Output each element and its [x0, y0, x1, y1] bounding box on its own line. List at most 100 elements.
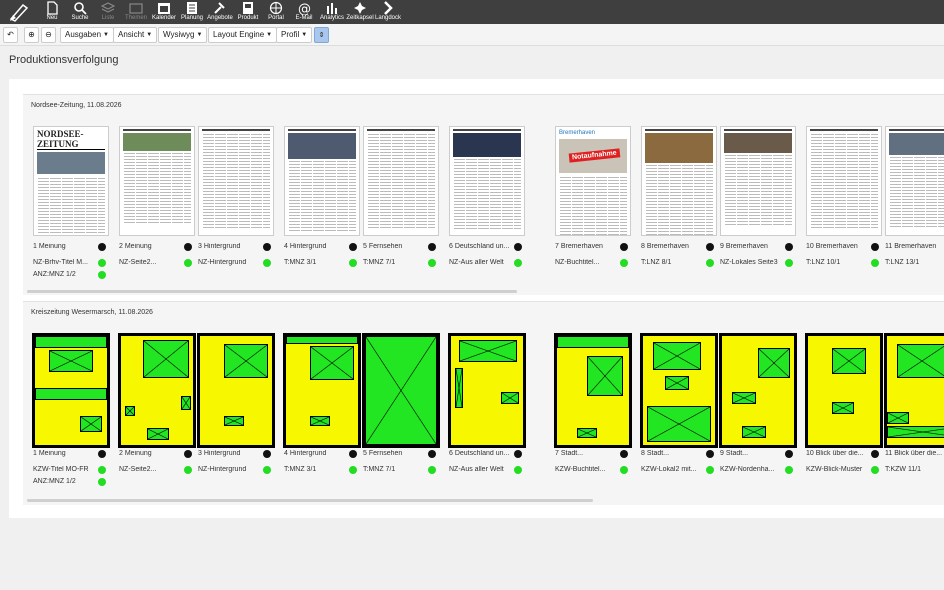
page-thumbnail[interactable]: NORDSEE-ZEITUNG [33, 126, 109, 236]
page-thumbnail[interactable] [284, 126, 360, 236]
back-button[interactable]: ↶ [3, 27, 18, 43]
layout-page-thumbnail[interactable] [640, 333, 718, 448]
page-thumbnail[interactable] [449, 126, 525, 236]
image-placeholder-box [125, 406, 135, 416]
status-dot[interactable] [620, 450, 628, 458]
image-placeholder-box [310, 416, 330, 426]
layout-page-thumbnail[interactable] [448, 333, 526, 448]
template-status-dot[interactable] [514, 259, 522, 267]
page-header-rule [810, 129, 878, 131]
template-status-dot[interactable] [98, 478, 106, 486]
template-status-dot[interactable] [871, 466, 879, 474]
page-thumbnail[interactable] [198, 126, 274, 236]
template-status-dot[interactable] [428, 259, 436, 267]
page-label: 9 Stadt... [720, 450, 749, 457]
status-dot[interactable] [871, 243, 879, 251]
layout-page-thumbnail[interactable] [719, 333, 797, 448]
template-status-dot[interactable] [706, 259, 714, 267]
template-status-dot[interactable] [184, 466, 192, 474]
status-dot[interactable] [428, 243, 436, 251]
ausgaben-label: Ausgaben [65, 30, 102, 40]
template-status-dot[interactable] [620, 259, 628, 267]
status-dot[interactable] [98, 243, 106, 251]
layout-page-thumbnail[interactable] [362, 333, 440, 448]
image-placeholder-box [897, 344, 944, 378]
template-status-dot[interactable] [871, 259, 879, 267]
status-dot[interactable] [184, 450, 192, 458]
globe-icon [269, 1, 283, 15]
page-photo [724, 133, 792, 153]
layout-page-thumbnail[interactable] [118, 333, 196, 448]
page-thumbnail[interactable] [885, 126, 944, 236]
status-dot[interactable] [785, 450, 793, 458]
page-thumbnail[interactable] [641, 126, 717, 236]
page-template-label: KZW-Titel MO-FR [33, 466, 89, 473]
caret-down-icon: ▼ [266, 32, 273, 38]
template-status-dot[interactable] [620, 466, 628, 474]
profil-dropdown[interactable]: Profil ▼ [276, 27, 313, 43]
image-placeholder-box [732, 392, 756, 404]
status-dot[interactable] [98, 450, 106, 458]
calendar-icon [158, 3, 170, 14]
template-status-dot[interactable] [98, 271, 106, 279]
horizontal-scrollbar[interactable] [27, 290, 517, 293]
zoom-in-button[interactable]: ⊕ [24, 27, 39, 43]
ausgaben-dropdown[interactable]: Ausgaben ▼ [60, 27, 114, 43]
status-dot[interactable] [349, 450, 357, 458]
status-dot[interactable] [514, 450, 522, 458]
page-template-label: NZ-Seite2... [119, 466, 157, 473]
template-status-dot[interactable] [785, 259, 793, 267]
template-status-dot[interactable] [184, 259, 192, 267]
sort-toggle-button[interactable]: ⇕ [314, 27, 329, 43]
status-dot[interactable] [706, 450, 714, 458]
template-status-dot[interactable] [349, 259, 357, 267]
template-status-dot[interactable] [263, 466, 271, 474]
wysiwyg-dropdown[interactable]: Wysiwyg ▼ [158, 27, 208, 43]
page-text-columns [288, 161, 356, 231]
layout-page-thumbnail[interactable] [32, 333, 110, 448]
status-dot[interactable] [706, 243, 714, 251]
status-dot[interactable] [514, 243, 522, 251]
layout-page-thumbnail[interactable] [283, 333, 361, 448]
status-dot[interactable] [263, 450, 271, 458]
ansicht-dropdown[interactable]: Ansicht ▼ [113, 27, 158, 43]
page-template-label: T:MNZ 3/1 [284, 466, 317, 473]
layout-engine-dropdown[interactable]: Layout Engine ▼ [208, 27, 278, 43]
status-dot[interactable] [785, 243, 793, 251]
status-dot[interactable] [620, 243, 628, 251]
page-thumbnail[interactable] [720, 126, 796, 236]
image-placeholder-box [665, 376, 689, 390]
page-thumbnail[interactable]: Bremerhaven Notaufnahme [555, 126, 631, 236]
page-template-label: NZ-Aus aller Welt [449, 259, 504, 266]
production-tracking-container: Nordsee-Zeitung, 11.08.2026 NORDSEE-ZEIT… [9, 79, 944, 518]
status-dot[interactable] [184, 243, 192, 251]
layout-page-thumbnail[interactable] [554, 333, 632, 448]
template-status-dot[interactable] [263, 259, 271, 267]
status-dot[interactable] [871, 450, 879, 458]
status-dot[interactable] [428, 450, 436, 458]
pen-logo-icon[interactable] [8, 2, 30, 22]
folder-icon [129, 3, 143, 14]
template-status-dot[interactable] [514, 466, 522, 474]
template-status-dot[interactable] [349, 466, 357, 474]
image-placeholder-box [587, 356, 623, 396]
page-label: 7 Bremerhaven [555, 243, 603, 250]
zoom-out-icon: ⊖ [45, 30, 52, 39]
template-status-dot[interactable] [98, 466, 106, 474]
zoom-out-button[interactable]: ⊖ [41, 27, 56, 43]
layout-page-thumbnail[interactable] [805, 333, 883, 448]
topbar-langdock-button[interactable]: Langdock [374, 1, 402, 23]
status-dot[interactable] [263, 243, 271, 251]
page-thumbnail[interactable] [119, 126, 195, 236]
horizontal-scrollbar[interactable] [27, 499, 593, 502]
template-status-dot[interactable] [785, 466, 793, 474]
page-photo [123, 133, 191, 151]
template-status-dot[interactable] [98, 259, 106, 267]
layout-page-thumbnail[interactable] [884, 333, 944, 448]
page-thumbnail[interactable] [363, 126, 439, 236]
layout-page-thumbnail[interactable] [197, 333, 275, 448]
template-status-dot[interactable] [706, 466, 714, 474]
page-thumbnail[interactable] [806, 126, 882, 236]
template-status-dot[interactable] [428, 466, 436, 474]
status-dot[interactable] [349, 243, 357, 251]
